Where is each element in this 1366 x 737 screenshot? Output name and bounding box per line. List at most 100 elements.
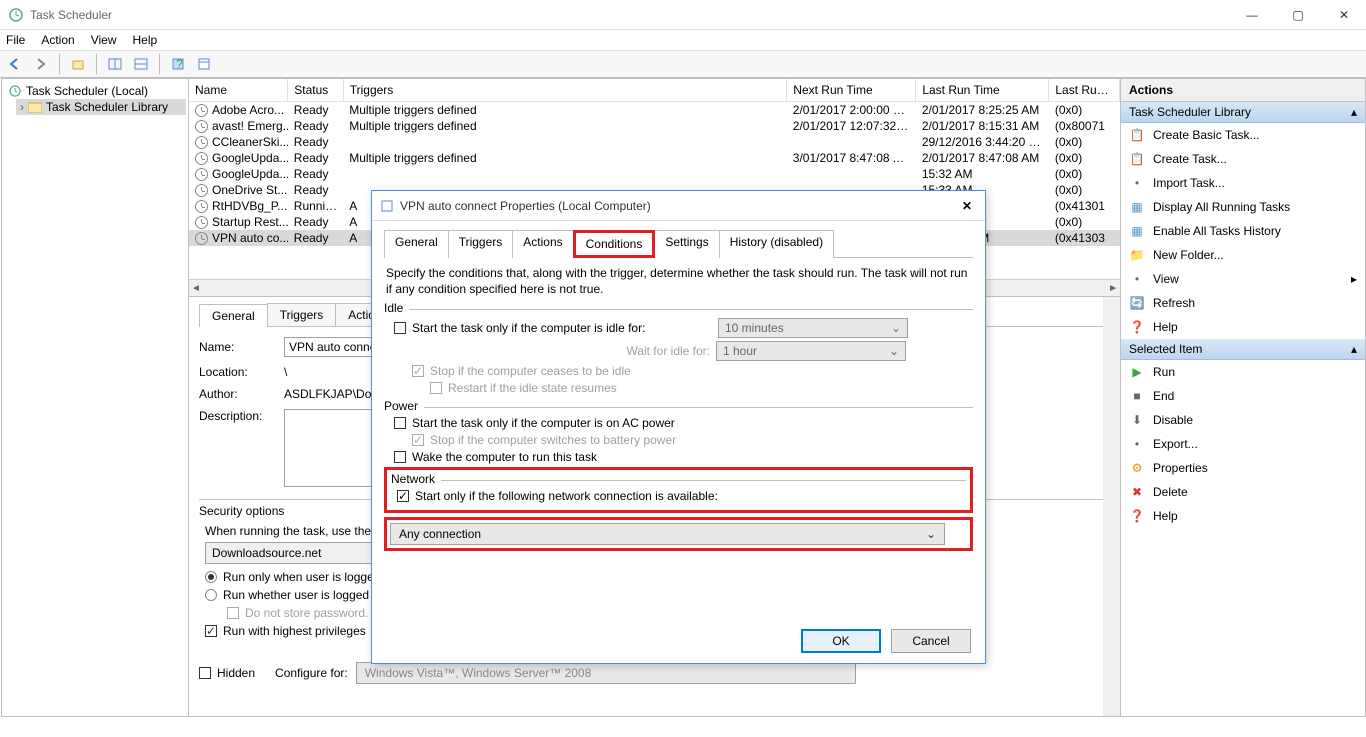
action-icon: 📁 <box>1129 247 1145 263</box>
table-row[interactable]: avast! Emerg...ReadyMultiple triggers de… <box>189 118 1120 134</box>
check-stop-idle: ✓ <box>412 365 424 377</box>
tree-root[interactable]: Task Scheduler (Local) <box>4 83 186 99</box>
action-icon: 🔄 <box>1129 295 1145 311</box>
tree-library[interactable]: › Task Scheduler Library <box>16 99 186 115</box>
clock-icon <box>195 184 208 197</box>
action-icon: ❓ <box>1129 508 1145 524</box>
check-ac-only[interactable] <box>394 417 406 429</box>
dlg-tab-settings[interactable]: Settings <box>654 230 719 258</box>
close-button[interactable]: ✕ <box>1330 8 1358 22</box>
col-name[interactable]: Name <box>189 79 288 102</box>
check-restart-idle <box>430 382 442 394</box>
actions-title: Actions <box>1121 79 1365 102</box>
maximize-button[interactable]: ▢ <box>1284 8 1312 22</box>
combo-idle-min[interactable]: 10 minutes <box>718 318 908 338</box>
actions-band-library[interactable]: Task Scheduler Library▴ <box>1121 102 1365 123</box>
action-icon: ■ <box>1129 388 1145 404</box>
dialog-close-button[interactable]: ✕ <box>957 199 977 213</box>
action-item[interactable]: 🔄Refresh <box>1121 291 1365 315</box>
action-item[interactable]: •Export... <box>1121 432 1365 456</box>
check-idle-only[interactable] <box>394 322 406 334</box>
action-item[interactable]: ▦Enable All Tasks History <box>1121 219 1365 243</box>
action-item[interactable]: ✖Delete <box>1121 480 1365 504</box>
dlg-tab-triggers[interactable]: Triggers <box>448 230 514 258</box>
properties-dialog: VPN auto connect Properties (Local Compu… <box>371 190 986 664</box>
clock-icon <box>195 216 208 229</box>
forward-button[interactable] <box>30 53 52 75</box>
menubar: File Action View Help <box>0 30 1366 50</box>
action-item[interactable]: ■End <box>1121 384 1365 408</box>
cancel-button[interactable]: Cancel <box>891 629 971 653</box>
action-item[interactable]: •View▸ <box>1121 267 1365 291</box>
ok-button[interactable]: OK <box>801 629 881 653</box>
check-stop-bat: ✓ <box>412 434 424 446</box>
col-status[interactable]: Status <box>288 79 343 102</box>
menu-action[interactable]: Action <box>41 33 74 47</box>
col-last[interactable]: Last Run Time <box>916 79 1049 102</box>
action-icon: ✖ <box>1129 484 1145 500</box>
clock-icon <box>8 84 22 98</box>
action-icon: ⬇ <box>1129 412 1145 428</box>
calendar-button[interactable] <box>193 53 215 75</box>
combo-configure[interactable]: Windows Vista™, Windows Server™ 2008 <box>356 662 856 684</box>
dlg-tab-conditions[interactable]: Conditions <box>573 230 656 258</box>
collapse-icon: ▴ <box>1351 105 1357 119</box>
label-description: Description: <box>199 409 274 423</box>
action-item[interactable]: 📁New Folder... <box>1121 243 1365 267</box>
col-next[interactable]: Next Run Time <box>787 79 916 102</box>
table-row[interactable]: CCleanerSki...Ready29/12/2016 3:44:20 PM… <box>189 134 1120 150</box>
action-icon: 📋 <box>1129 127 1145 143</box>
action-item[interactable]: •Import Task... <box>1121 171 1365 195</box>
label-author: Author: <box>199 387 274 401</box>
dlg-tab-general[interactable]: General <box>384 230 449 258</box>
fs-power: Power <box>384 399 418 413</box>
columns-button[interactable] <box>104 53 126 75</box>
chevron-right-icon: ▸ <box>1351 272 1357 286</box>
tab-general[interactable]: General <box>199 304 268 327</box>
minimize-button[interactable]: — <box>1238 8 1266 22</box>
action-icon: ▦ <box>1129 223 1145 239</box>
menu-view[interactable]: View <box>91 33 117 47</box>
table-row[interactable]: GoogleUpda...Ready15:32 AM(0x0) <box>189 166 1120 182</box>
app-icon <box>8 7 24 23</box>
toolbar: ? <box>0 50 1366 78</box>
combo-wait-idle[interactable]: 1 hour <box>716 341 906 361</box>
label-location: Location: <box>199 365 274 379</box>
up-button[interactable] <box>67 53 89 75</box>
details-button[interactable] <box>130 53 152 75</box>
actions-band-selected[interactable]: Selected Item▴ <box>1121 339 1365 360</box>
action-item[interactable]: ▦Display All Running Tasks <box>1121 195 1365 219</box>
chevron-right-icon: › <box>20 100 24 114</box>
action-item[interactable]: ❓Help <box>1121 315 1365 339</box>
check-net-only[interactable]: ✓ <box>397 490 409 502</box>
clock-icon <box>195 104 208 117</box>
action-item[interactable]: ▶Run <box>1121 360 1365 384</box>
action-icon: ▦ <box>1129 199 1145 215</box>
tree-library-label: Task Scheduler Library <box>46 100 168 114</box>
actions-pane: Actions Task Scheduler Library▴ 📋Create … <box>1120 79 1365 716</box>
action-item[interactable]: ⚙Properties <box>1121 456 1365 480</box>
check-wake[interactable] <box>394 451 406 463</box>
dlg-tab-actions[interactable]: Actions <box>512 230 573 258</box>
table-row[interactable]: GoogleUpda...ReadyMultiple triggers defi… <box>189 150 1120 166</box>
action-item[interactable]: 📋Create Basic Task... <box>1121 123 1365 147</box>
action-icon: • <box>1129 436 1145 452</box>
menu-file[interactable]: File <box>6 33 25 47</box>
fs-idle: Idle <box>384 301 403 315</box>
help-button[interactable]: ? <box>167 53 189 75</box>
table-row[interactable]: Adobe Acro...ReadyMultiple triggers defi… <box>189 102 1120 119</box>
check-hidden[interactable]: Hidden <box>199 666 255 680</box>
action-item[interactable]: ⬇Disable <box>1121 408 1365 432</box>
combo-network[interactable]: Any connection <box>390 523 945 545</box>
menu-help[interactable]: Help <box>133 33 158 47</box>
col-result[interactable]: Last Run Result <box>1049 79 1120 102</box>
action-item[interactable]: ❓Help <box>1121 504 1365 528</box>
action-item[interactable]: 📋Create Task... <box>1121 147 1365 171</box>
vscrollbar[interactable] <box>1103 297 1120 716</box>
action-icon: • <box>1129 271 1145 287</box>
back-button[interactable] <box>4 53 26 75</box>
col-triggers[interactable]: Triggers <box>343 79 787 102</box>
value-location: \ <box>284 365 287 379</box>
dlg-tab-history[interactable]: History (disabled) <box>719 230 834 258</box>
tab-triggers[interactable]: Triggers <box>267 303 337 326</box>
